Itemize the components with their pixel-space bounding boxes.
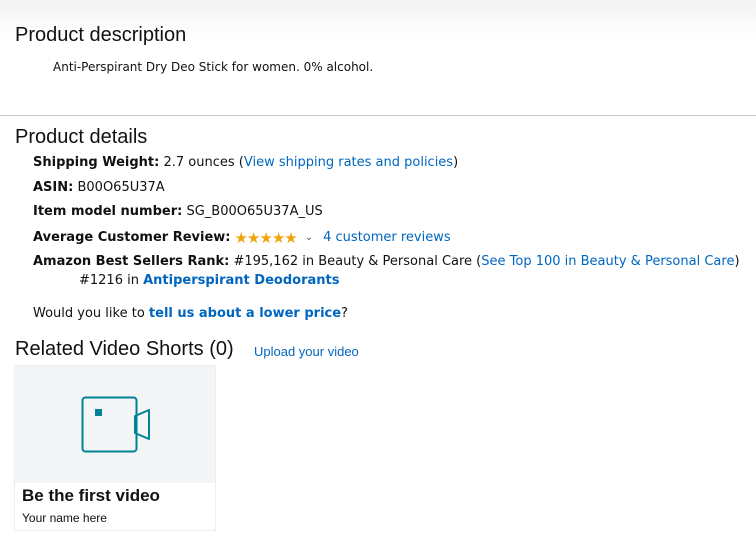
rank-suffix: ) — [734, 254, 740, 269]
model-number-label: Item model number: — [33, 204, 183, 219]
video-card[interactable]: Be the first video Your name here — [14, 365, 216, 531]
shipping-suffix: ) — [453, 155, 459, 170]
video-camera-icon — [81, 396, 150, 453]
category-rank-prefix: #1216 in — [79, 273, 144, 288]
asin-label: ASIN: — [33, 180, 74, 195]
customer-review-row: Average Customer Review: ★★★★★ ⌄ 4 customer… — [33, 229, 451, 247]
upload-video-link[interactable]: Upload your video — [254, 344, 359, 359]
shipping-weight-row: Shipping Weight: 2.7 ounces (View shippi… — [33, 155, 458, 170]
model-number-value: SG_B00O65U37A_US — [186, 204, 323, 219]
shipping-weight-value: 2.7 ounces ( — [163, 155, 244, 170]
section-divider — [0, 115, 756, 116]
product-details-heading: Product details — [15, 126, 148, 148]
asin-row: ASIN: B00O65U37A — [33, 180, 165, 195]
best-sellers-rank-value: #195,162 in Beauty & Personal Care ( — [233, 254, 482, 269]
shipping-rates-link[interactable]: View shipping rates and policies — [244, 155, 453, 170]
lower-price-row: Would you like to tell us about a lower … — [33, 306, 348, 321]
lower-price-prefix: Would you like to — [33, 306, 149, 321]
shipping-weight-label: Shipping Weight: — [33, 155, 160, 170]
product-description-text: Anti-Perspirant Dry Deo Stick for women.… — [53, 60, 374, 74]
product-description-heading: Product description — [15, 24, 187, 46]
related-videos-heading: Related Video Shorts (0) — [15, 338, 234, 360]
customer-review-label: Average Customer Review: — [33, 230, 231, 245]
lower-price-link[interactable]: tell us about a lower price — [149, 306, 341, 321]
model-number-row: Item model number: SG_B00O65U37A_US — [33, 204, 323, 219]
asin-value: B00O65U37A — [77, 180, 165, 195]
star-rating-icon[interactable]: ★★★★★ — [234, 229, 297, 247]
category-rank-row: #1216 in Antiperspirant Deodorants — [79, 273, 339, 288]
top-100-link[interactable]: See Top 100 in Beauty & Personal Care — [481, 254, 734, 269]
video-card-subtitle: Your name here — [22, 511, 107, 525]
best-sellers-rank-row: Amazon Best Sellers Rank: #195,162 in Be… — [33, 254, 740, 269]
lower-price-suffix: ? — [341, 306, 348, 321]
customer-reviews-link[interactable]: 4 customer reviews — [323, 230, 451, 245]
video-card-title: Be the first video — [22, 486, 160, 505]
chevron-down-icon[interactable]: ⌄ — [305, 232, 313, 243]
antiperspirant-deodorants-link[interactable]: Antiperspirant Deodorants — [143, 273, 339, 288]
best-sellers-rank-label: Amazon Best Sellers Rank: — [33, 254, 230, 269]
video-thumbnail[interactable] — [15, 366, 215, 483]
